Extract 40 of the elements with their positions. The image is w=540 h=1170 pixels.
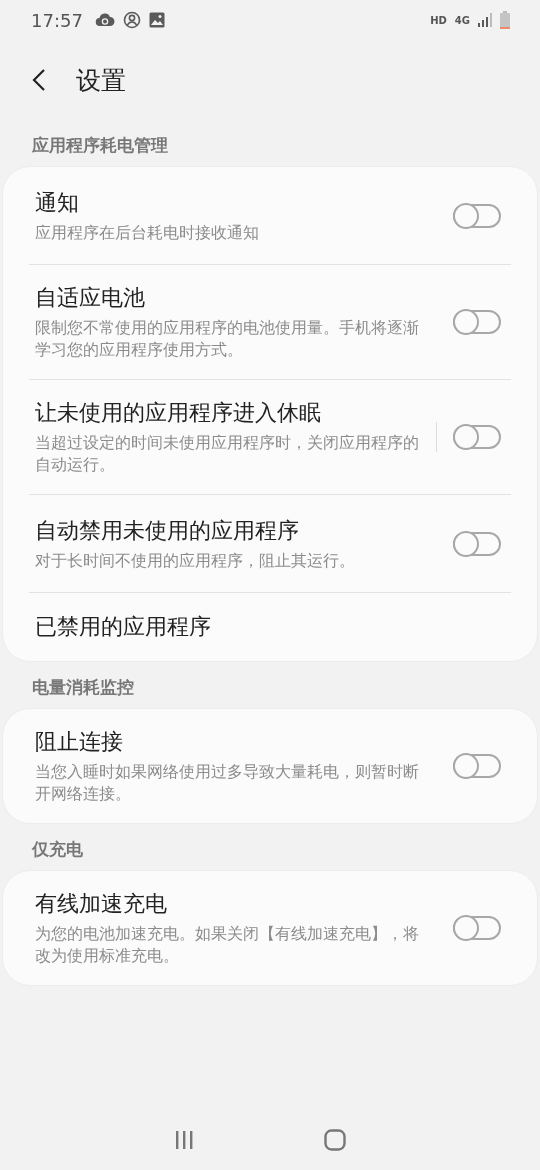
page-title: 设置 [76,64,126,97]
toggle-switch[interactable] [453,754,501,778]
toggle-switch[interactable] [453,425,501,449]
setting-title: 自动禁用未使用的应用程序 [35,516,300,545]
status-time: 17:57 [31,9,83,31]
hd-indicator: HD [430,14,447,26]
recent-apps-button[interactable] [174,1131,194,1149]
setting-row[interactable]: 通知 应用程序在后台耗电时接收通知 [3,167,537,264]
setting-row[interactable]: 有线加速充电 为您的电池加速充电。如果关闭【有线加速充电】，将改为使用标准充电。 [3,871,537,985]
setting-title: 通知 [35,188,80,217]
setting-description: 当超过设定的时间未使用应用程序时，关闭应用程序的自动运行。 [35,432,420,476]
network-type: 4G [454,14,470,26]
home-button[interactable] [324,1129,346,1151]
setting-title: 阻止连接 [35,728,124,756]
setting-row[interactable]: 已禁用的应用程序 [3,593,537,661]
signal-icon [478,13,492,27]
image-icon [148,12,165,28]
toggle-switch[interactable] [453,310,501,334]
battery-icon [500,11,510,29]
account-icon [122,11,141,29]
setting-title: 让未使用的应用程序进入休眠 [35,399,322,427]
setting-row[interactable]: 让未使用的应用程序进入休眠 当超过设定的时间未使用应用程序时，关闭应用程序的自动运行。 [3,380,537,494]
toggle-switch[interactable] [453,916,501,940]
setting-title: 自适应电池 [35,284,146,312]
section-title: 电量消耗监控 [31,676,135,699]
setting-row[interactable]: 自动禁用未使用的应用程序 对于长时间不使用的应用程序，阻止其运行。 [3,495,537,592]
setting-row[interactable]: 阻止连接 当您入睡时如果网络使用过多导致大量耗电，则暂时断开网络连接。 [3,709,537,823]
setting-description: 为您的电池加速充电。如果关闭【有线加速充电】，将改为使用标准充电。 [35,923,420,967]
toggle-switch[interactable] [453,203,501,228]
setting-title: 已禁用的应用程序 [35,613,212,641]
setting-row[interactable]: 自适应电池 限制您不常使用的应用程序的电池使用量。手机将逐渐学习您的应用程序使用方式。 [3,265,537,379]
section-title: 应用程序耗电管理 [31,134,169,157]
section-title: 仅充电 [31,838,84,861]
setting-description: 限制您不常使用的应用程序的电池使用量。手机将逐渐学习您的应用程序使用方式。 [35,317,420,361]
cloud-sync-icon [94,12,115,28]
setting-title: 有线加速充电 [35,890,168,918]
setting-description: 对于长时间不使用的应用程序，阻止其运行。 [35,549,356,572]
toggle-switch[interactable] [453,531,501,556]
setting-description: 应用程序在后台耗电时接收通知 [35,221,260,244]
setting-description: 当您入睡时如果网络使用过多导致大量耗电，则暂时断开网络连接。 [35,761,420,805]
